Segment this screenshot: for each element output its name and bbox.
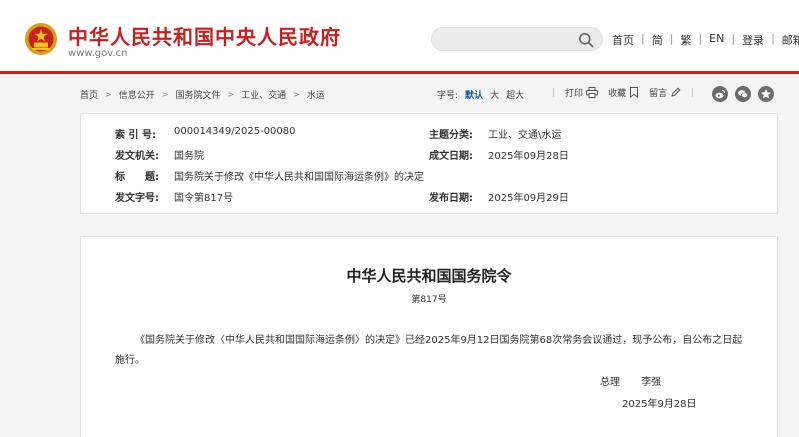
nav-divider: | [669, 32, 674, 45]
search-box[interactable] [431, 27, 603, 51]
breadcrumb-separator-icon: > [293, 90, 300, 99]
nav-divider: | [731, 32, 736, 45]
pencil-icon [671, 87, 681, 97]
info-index-row: 索 引 号: 000014349/2025-00080 [115, 126, 296, 141]
document-content: 中华人民共和国国务院令 第817号 《国务院关于修改〈中华人民共和国国际海运条例… [80, 236, 778, 437]
site-url[interactable]: www.gov.cn [68, 48, 127, 59]
info-category-row: 主题分类: 工业、交通\水运 [429, 126, 561, 141]
share-wechat-button[interactable] [735, 86, 751, 102]
info-category-label: 主题分类: [429, 130, 473, 141]
bookmark-icon [630, 87, 639, 98]
breadcrumb-separator-icon: > [161, 90, 169, 99]
nav-mail[interactable]: 邮箱 [782, 32, 799, 48]
national-emblem-icon[interactable] [24, 22, 58, 56]
star-icon [761, 89, 771, 99]
info-written-date-label: 成文日期: [429, 151, 473, 162]
breadcrumb-separator-icon: > [105, 90, 112, 99]
signature-role: 总理 [600, 377, 620, 388]
tools-divider: | [691, 87, 695, 98]
document-date: 2025年9月28日 [622, 399, 697, 410]
nav-traditional[interactable]: 繁 [680, 32, 691, 48]
info-issuer-value: 国务院 [174, 151, 204, 162]
breadcrumb-water-transport[interactable]: 水运 [307, 88, 325, 101]
nav-divider: | [771, 32, 775, 45]
site-title[interactable]: 中华人民共和国中央人民政府 [68, 21, 341, 50]
breadcrumb-separator-icon: > [227, 90, 235, 99]
document-number: 第817号 [411, 295, 447, 305]
nav-home[interactable]: 首页 [612, 32, 634, 48]
print-button[interactable]: 打印 [565, 86, 599, 99]
message-label: 留言 [649, 89, 668, 99]
nav-login[interactable]: 登录 [742, 32, 764, 48]
info-index-value: 000014349/2025-00080 [174, 126, 296, 137]
document-info-box: 索 引 号: 000014349/2025-00080 主题分类: 工业、交通\… [80, 113, 778, 214]
favorite-button[interactable]: 收藏 [608, 86, 639, 99]
info-published-date-label: 发布日期: [429, 193, 473, 204]
nav-simplified[interactable]: 简 [652, 32, 663, 48]
info-category-value: 工业、交通\水运 [488, 130, 562, 141]
message-button[interactable]: 留言 [649, 86, 681, 99]
nav-english[interactable]: EN [709, 32, 724, 48]
breadcrumb-bar: 首页 > 信息公开 > 国务院文件 > 工业、交通 > 水运 字号: 默认 大 … [0, 77, 799, 111]
font-size-large[interactable]: 大 [490, 88, 499, 101]
breadcrumb-info-public[interactable]: 信息公开 [119, 88, 155, 101]
font-size-xlarge[interactable]: 超大 [506, 88, 524, 101]
breadcrumb-industry-transport[interactable]: 工业、交通 [241, 88, 286, 101]
document-body: 《国务院关于修改〈中华人民共和国国际海运条例〉的决定》已经2025年9月12日国… [115, 335, 743, 366]
search-icon[interactable] [578, 32, 594, 48]
signature-name: 李强 [641, 377, 662, 388]
print-label: 打印 [565, 89, 584, 99]
info-published-date-value: 2025年09月29日 [488, 193, 569, 204]
breadcrumb: 首页 > 信息公开 > 国务院文件 > 工业、交通 > 水运 [80, 88, 325, 101]
info-issuer-row: 发文机关: 国务院 [115, 147, 204, 162]
info-issuer-label: 发文机关: [115, 151, 159, 162]
page-tools: | 打印 收藏 留言 | [552, 86, 704, 99]
font-size-label: 字号: [437, 91, 459, 101]
info-written-date-row: 成文日期: 2025年09月28日 [429, 147, 569, 162]
tools-divider: | [552, 87, 556, 98]
nav-divider: | [698, 32, 703, 45]
info-index-label: 索 引 号: [115, 130, 156, 141]
breadcrumb-state-council-docs[interactable]: 国务院文件 [175, 88, 220, 101]
share-weibo-button[interactable] [712, 86, 728, 102]
top-nav: 首页 | 简 | 繁 | EN | 登录 | 邮箱 [612, 32, 799, 48]
info-docno-value: 国令第817号 [174, 193, 234, 204]
info-title-label: 标 题: [115, 172, 159, 183]
info-published-date-row: 发布日期: 2025年09月29日 [429, 189, 569, 204]
font-size-selector: 字号: 默认 大 超大 [437, 88, 524, 101]
info-title-row: 标 题: 国务院关于修改《中华人民共和国国际海运条例》的决定 [115, 168, 424, 183]
favorite-star-button[interactable] [758, 86, 774, 102]
weibo-icon [715, 89, 726, 99]
document-signature: 总理 李强 [600, 373, 661, 388]
document-title: 中华人民共和国国务院令 [346, 267, 512, 285]
info-docno-row: 发文字号: 国令第817号 [115, 189, 233, 204]
wechat-icon [738, 90, 748, 98]
breadcrumb-home[interactable]: 首页 [80, 88, 98, 101]
site-header: 中华人民共和国中央人民政府 www.gov.cn 首页 | 简 | 繁 | EN… [0, 0, 799, 74]
info-docno-label: 发文字号: [115, 193, 159, 204]
nav-divider: | [641, 32, 645, 45]
printer-icon [586, 87, 599, 98]
info-written-date-value: 2025年09月28日 [488, 151, 569, 162]
info-title-value: 国务院关于修改《中华人民共和国国际海运条例》的决定 [174, 172, 424, 183]
share-bar [712, 86, 781, 102]
font-size-default[interactable]: 默认 [465, 88, 483, 101]
favorite-label: 收藏 [608, 89, 627, 99]
